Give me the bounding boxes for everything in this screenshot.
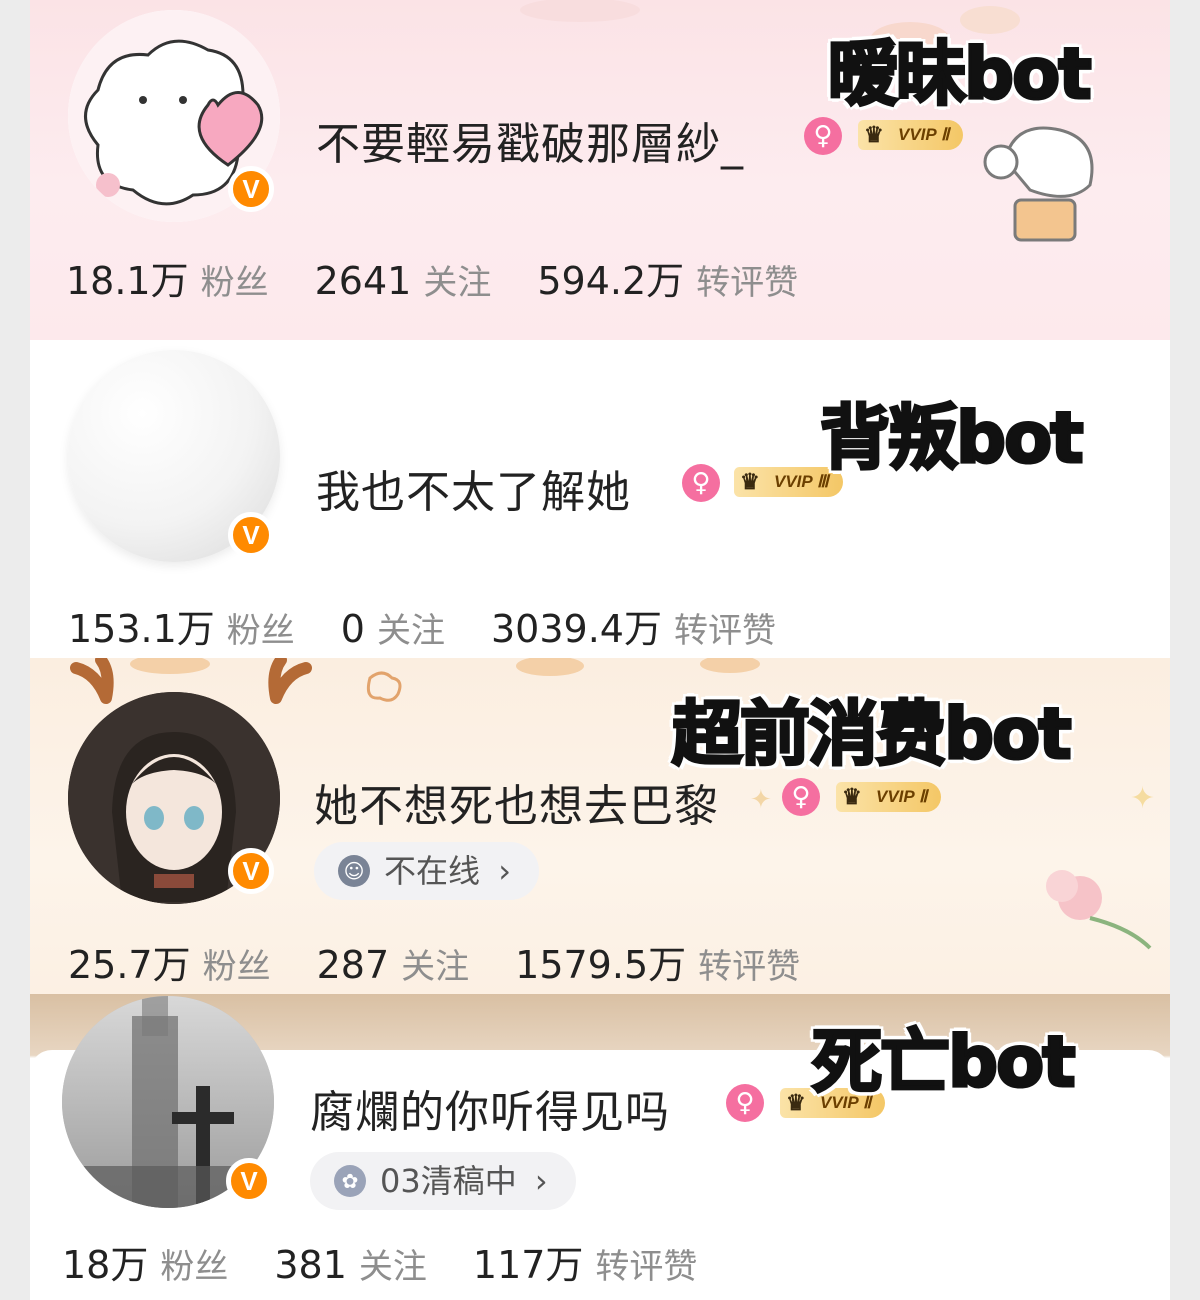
engagement-label[interactable]: 转评赞 xyxy=(595,1247,697,1287)
crown-icon: ♛ xyxy=(786,1090,806,1115)
engagement-count[interactable]: 1579.5万 xyxy=(515,943,686,987)
verified-icon: V xyxy=(226,1158,272,1204)
engagement-label[interactable]: 转评赞 xyxy=(674,611,776,651)
following-count[interactable]: 381 xyxy=(274,1243,347,1287)
followers-count[interactable]: 25.7万 xyxy=(68,943,191,987)
status-text: 03清稿中 xyxy=(380,1162,517,1200)
bot-label: 暧昧bot xyxy=(827,32,1094,117)
stats-row: 18.1万 粉丝 2641 关注 594.2万 转评赞 xyxy=(66,250,844,305)
following-count[interactable]: 0 xyxy=(341,607,365,651)
verified-icon: V xyxy=(228,512,274,558)
vvip-badge[interactable]: ♛ VVIP Ⅱ xyxy=(836,782,942,812)
online-status-pill[interactable]: ☺ 不在线 › xyxy=(314,842,539,900)
vvip-label: VVIP Ⅱ xyxy=(898,125,950,144)
profile-name[interactable]: 我也不太了解她 xyxy=(316,456,631,520)
followers-label[interactable]: 粉丝 xyxy=(201,263,269,303)
bot-label: 背叛bot xyxy=(819,396,1086,481)
status-text: 不在线 xyxy=(384,852,481,890)
crown-icon: ♛ xyxy=(842,784,862,809)
followers-count[interactable]: 153.1万 xyxy=(68,607,215,651)
profile-card-3[interactable]: ✦ ✦ V 她不想死也想去巴黎 ♀ ♛ VVIP Ⅱ ☺ 不在线 › 超前消费b… xyxy=(30,658,1170,994)
female-icon: ♀ xyxy=(782,778,820,816)
profile-name[interactable]: 不要輕易戳破那層紗_ xyxy=(316,108,744,172)
chevron-right-icon: › xyxy=(534,1162,548,1200)
followers-label[interactable]: 粉丝 xyxy=(227,611,295,651)
followers-count[interactable]: 18万 xyxy=(62,1243,148,1287)
following-label[interactable]: 关注 xyxy=(401,947,469,987)
work-status-pill[interactable]: ✿ 03清稿中 › xyxy=(310,1152,576,1210)
female-icon: ♀ xyxy=(726,1084,764,1122)
smiley-icon: ☺ xyxy=(338,855,370,887)
followers-count[interactable]: 18.1万 xyxy=(66,259,189,303)
flower-icon: ✿ xyxy=(334,1165,366,1197)
crown-icon: ♛ xyxy=(740,469,760,494)
stats-row: 18万 粉丝 381 关注 117万 转评赞 xyxy=(62,1234,743,1289)
verified-icon: V xyxy=(228,848,274,894)
engagement-count[interactable]: 117万 xyxy=(473,1243,584,1287)
svg-text:✦: ✦ xyxy=(1130,781,1155,816)
engagement-label[interactable]: 转评赞 xyxy=(698,947,800,987)
chevron-right-icon: › xyxy=(498,852,511,890)
engagement-count[interactable]: 3039.4万 xyxy=(491,607,662,651)
engagement-label[interactable]: 转评赞 xyxy=(696,263,798,303)
female-icon: ♀ xyxy=(682,464,720,502)
vvip-badge[interactable]: ♛ VVIP Ⅱ xyxy=(858,120,964,150)
followers-label[interactable]: 粉丝 xyxy=(203,947,271,987)
profile-card-2[interactable]: V 我也不太了解她 ♀ ♛ VVIP Ⅲ 背叛bot 153.1万 粉丝 0 关注 30… xyxy=(30,340,1170,658)
crown-icon: ♛ xyxy=(864,122,884,147)
stats-row: 153.1万 粉丝 0 关注 3039.4万 转评赞 xyxy=(68,598,822,653)
following-label[interactable]: 关注 xyxy=(423,263,491,303)
following-label[interactable]: 关注 xyxy=(377,611,445,651)
bot-label: 死亡bot xyxy=(811,1020,1078,1105)
bot-label: 超前消费bot xyxy=(671,692,1074,777)
female-icon: ♀ xyxy=(804,117,842,155)
profile-card-1[interactable]: V 不要輕易戳破那層紗_ ♀ ♛ VVIP Ⅱ 暧昧bot 18.1万 粉丝 264… xyxy=(30,0,1170,340)
stats-row: 25.7万 粉丝 287 关注 1579.5万 转评赞 xyxy=(68,934,846,989)
vvip-label: VVIP Ⅱ xyxy=(876,787,928,806)
following-label[interactable]: 关注 xyxy=(359,1247,427,1287)
engagement-count[interactable]: 594.2万 xyxy=(537,259,684,303)
svg-text:✦: ✦ xyxy=(750,785,772,815)
profile-card-4[interactable]: V 腐爛的你听得见吗 ♀ ♛ VVIP Ⅱ ✿ 03清稿中 › 死亡bot 18… xyxy=(30,994,1170,1300)
verified-icon: V xyxy=(228,166,274,212)
followers-label[interactable]: 粉丝 xyxy=(160,1247,228,1287)
profile-name[interactable]: 她不想死也想去巴黎 xyxy=(314,770,719,834)
following-count[interactable]: 287 xyxy=(317,943,390,987)
following-count[interactable]: 2641 xyxy=(315,259,412,303)
profile-name[interactable]: 腐爛的你听得见吗 xyxy=(310,1076,670,1140)
